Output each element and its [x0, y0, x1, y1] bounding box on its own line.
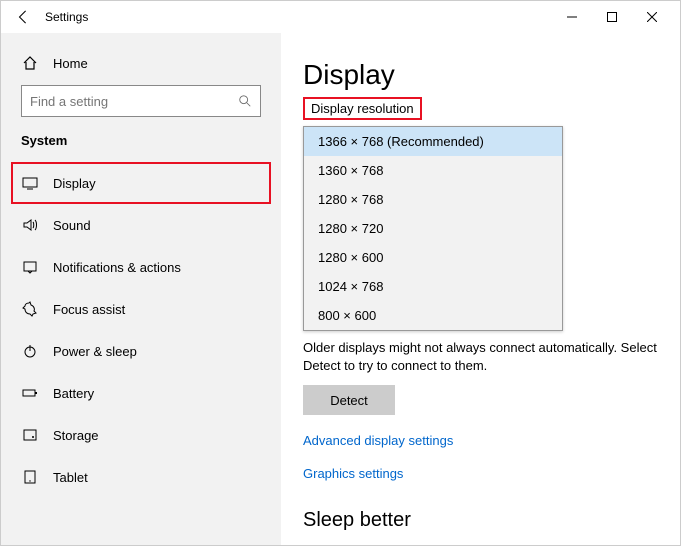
sidebar-item-sound[interactable]: Sound — [1, 204, 281, 246]
sidebar-item-tablet[interactable]: Tablet — [1, 456, 281, 498]
display-icon — [21, 175, 39, 191]
resolution-option[interactable]: 1024 × 768 — [304, 272, 562, 301]
close-icon — [647, 12, 657, 22]
maximize-icon — [607, 12, 617, 22]
sidebar-item-label: Power & sleep — [53, 344, 137, 359]
tablet-icon — [21, 469, 39, 485]
resolution-dropdown[interactable]: 1366 × 768 (Recommended)1360 × 7681280 ×… — [303, 126, 563, 331]
sidebar-item-label: Tablet — [53, 470, 88, 485]
sidebar: Home System Display Sound Notifications & … — [1, 33, 281, 545]
minimize-icon — [567, 12, 577, 22]
sound-icon — [21, 217, 39, 233]
content-area: Display Display resolution 1366 × 768 (R… — [281, 33, 680, 545]
sidebar-item-label: Focus assist — [53, 302, 125, 317]
resolution-label: Display resolution — [311, 101, 414, 116]
graphics-settings-link[interactable]: Graphics settings — [303, 466, 658, 481]
sidebar-item-storage[interactable]: Storage — [1, 414, 281, 456]
home-icon — [21, 55, 39, 71]
sidebar-item-label: Storage — [53, 428, 99, 443]
power-icon — [21, 343, 39, 359]
search-input[interactable] — [21, 85, 261, 117]
sleep-heading: Sleep better — [303, 509, 658, 532]
resolution-option[interactable]: 800 × 600 — [304, 301, 562, 330]
resolution-option[interactable]: 1280 × 600 — [304, 243, 562, 272]
close-button[interactable] — [632, 3, 672, 31]
page-heading: Display — [303, 59, 658, 91]
notifications-icon — [21, 259, 39, 275]
battery-icon — [21, 385, 39, 401]
sidebar-item-label: Notifications & actions — [53, 260, 181, 275]
sidebar-item-label: Display — [53, 176, 96, 191]
resolution-label-highlight: Display resolution — [303, 97, 422, 120]
home-nav[interactable]: Home — [1, 51, 281, 85]
minimize-button[interactable] — [552, 3, 592, 31]
window-title: Settings — [45, 10, 88, 24]
storage-icon — [21, 427, 39, 443]
maximize-button[interactable] — [592, 3, 632, 31]
sidebar-item-notifications[interactable]: Notifications & actions — [1, 246, 281, 288]
search-field[interactable] — [30, 94, 238, 109]
focus-icon — [21, 301, 39, 317]
arrow-left-icon — [16, 10, 30, 24]
home-label: Home — [53, 56, 88, 71]
resolution-option[interactable]: 1280 × 768 — [304, 185, 562, 214]
resolution-option[interactable]: 1280 × 720 — [304, 214, 562, 243]
detect-description: Older displays might not always connect … — [303, 339, 658, 375]
detect-button[interactable]: Detect — [303, 385, 395, 415]
sidebar-item-power[interactable]: Power & sleep — [1, 330, 281, 372]
sidebar-item-display[interactable]: Display — [11, 162, 271, 204]
resolution-option[interactable]: 1360 × 768 — [304, 156, 562, 185]
search-icon — [238, 94, 252, 108]
resolution-option[interactable]: 1366 × 768 (Recommended) — [304, 127, 562, 156]
sidebar-item-label: Battery — [53, 386, 94, 401]
sidebar-item-focus[interactable]: Focus assist — [1, 288, 281, 330]
sidebar-item-label: Sound — [53, 218, 91, 233]
back-button[interactable] — [9, 3, 37, 31]
sidebar-item-battery[interactable]: Battery — [1, 372, 281, 414]
advanced-display-link[interactable]: Advanced display settings — [303, 433, 658, 448]
section-title: System — [1, 133, 281, 162]
